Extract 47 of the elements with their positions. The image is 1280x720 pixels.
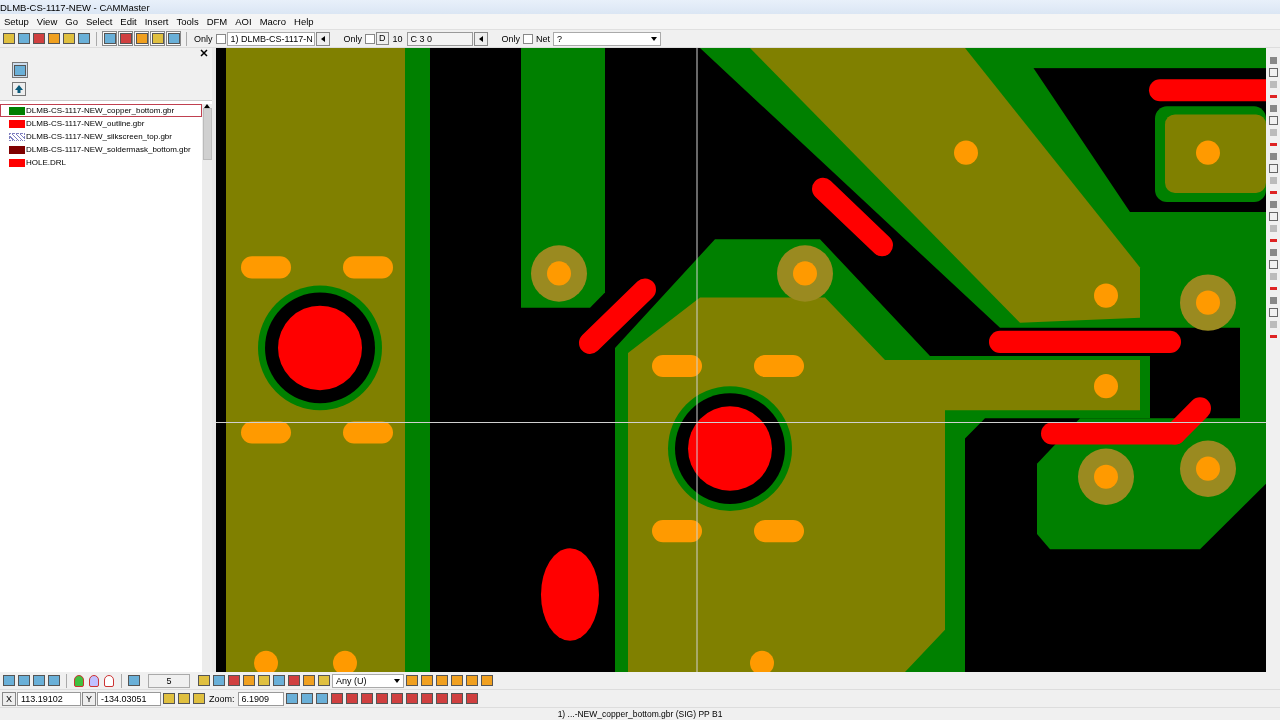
net-dropdown[interactable]: ? (553, 31, 662, 46)
menu-item[interactable]: AOI (231, 16, 256, 27)
close-icon[interactable] (200, 49, 208, 57)
menu-item[interactable]: Setup (0, 16, 33, 27)
previous-button[interactable] (473, 31, 488, 46)
layer-dropdown[interactable]: 1) DLMB-CS-1117-N (226, 31, 315, 46)
layer-item[interactable]: HOLE.DRL (0, 156, 202, 169)
menu-item[interactable]: Tools (172, 16, 203, 27)
only-checkbox[interactable] (523, 33, 534, 44)
dcode-info-field: C 3 0 (406, 31, 473, 46)
y-coordinate-field: -134.03051 (97, 691, 161, 706)
bulb-icon[interactable] (102, 673, 116, 688)
menu-item[interactable]: View (32, 16, 62, 27)
zoom-label: Zoom: (208, 693, 236, 704)
only-checkbox[interactable] (365, 33, 376, 44)
previous-button[interactable] (315, 31, 330, 46)
up-arrow-icon[interactable] (12, 82, 26, 96)
layer-item[interactable]: DLMB-CS-1117-NEW_soldermask_bottom.gbr (0, 143, 202, 156)
only-label: Only (193, 33, 214, 44)
status-text: 1) ...-NEW_copper_bottom.gbr (SIG) PP B1 (557, 709, 723, 719)
bulb-icon[interactable] (87, 673, 101, 688)
menu-item[interactable]: Macro (255, 16, 291, 27)
menu-item[interactable]: Go (61, 16, 82, 27)
step-field[interactable]: 5 (148, 673, 190, 688)
only-checkbox[interactable] (215, 33, 226, 44)
y-button[interactable]: Y (82, 691, 96, 706)
menu-item[interactable]: Insert (140, 16, 173, 27)
bulb-icon[interactable] (72, 673, 86, 688)
net-label: Net (535, 33, 552, 44)
dcode-button[interactable]: D (376, 32, 389, 45)
x-coordinate-field: 113.19102 (17, 691, 81, 706)
layer-item[interactable]: DLMB-CS-1117-NEW_outline.gbr (0, 117, 202, 130)
menu-item[interactable]: Edit (116, 16, 141, 27)
snap-dropdown[interactable]: Any (U) (332, 673, 404, 688)
only-label: Only (342, 33, 364, 44)
zoom-field: 6.1909 (237, 691, 284, 706)
x-button[interactable]: X (2, 691, 16, 706)
layer-item[interactable]: DLMB-CS-1117-NEW_silkscreen_top.gbr (0, 130, 202, 143)
window-title: DLMB-CS-1117-NEW - CAMMaster (0, 1, 150, 13)
scrollbar[interactable] (202, 104, 212, 672)
layer-item[interactable]: DLMB-CS-1117-NEW_copper_bottom.gbr (0, 104, 202, 117)
menu-item[interactable]: Help (290, 16, 318, 27)
menu-item[interactable]: DFM (202, 16, 232, 27)
dcode-value: 10 (391, 33, 404, 44)
scroll-thumb[interactable] (202, 108, 212, 160)
menu-item[interactable]: Select (81, 16, 117, 27)
only-label: Only (500, 33, 522, 44)
